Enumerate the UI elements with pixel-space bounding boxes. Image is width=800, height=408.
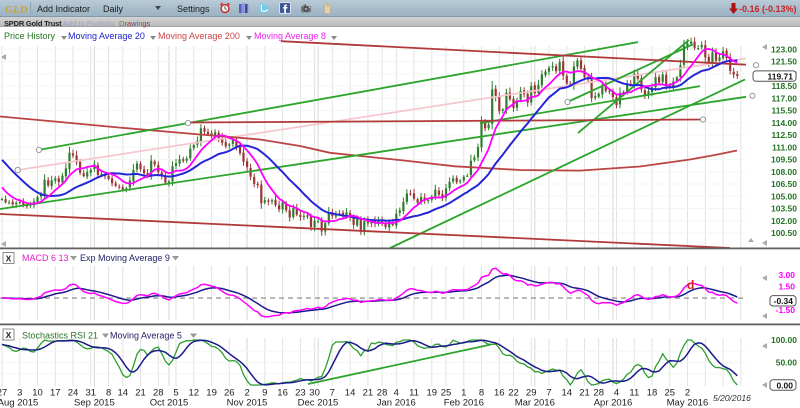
- svg-text:X: X: [6, 254, 12, 264]
- svg-text:Exp Moving Average 9: Exp Moving Average 9: [80, 253, 170, 263]
- svg-text:111.00: 111.00: [772, 142, 797, 152]
- svg-text:102.00: 102.00: [771, 216, 797, 226]
- svg-text:-0.34: -0.34: [774, 296, 794, 306]
- svg-text:17: 17: [50, 388, 61, 399]
- svg-text:Nov 2015: Nov 2015: [227, 398, 268, 408]
- svg-text:19: 19: [427, 388, 438, 399]
- svg-text:5/20/2016: 5/20/2016: [713, 393, 751, 403]
- svg-text:Feb 2016: Feb 2016: [444, 398, 484, 408]
- svg-text:Jan 2016: Jan 2016: [377, 398, 416, 408]
- svg-text:Mar 2016: Mar 2016: [515, 398, 555, 408]
- svg-text:114.00: 114.00: [771, 118, 797, 128]
- svg-text:115.50: 115.50: [771, 106, 797, 116]
- svg-text:d: d: [687, 278, 694, 292]
- svg-text:21: 21: [363, 388, 374, 399]
- svg-text:14: 14: [562, 388, 573, 399]
- svg-text:21: 21: [579, 388, 590, 399]
- svg-text:108.00: 108.00: [771, 167, 797, 177]
- svg-text:117.00: 117.00: [771, 93, 797, 103]
- svg-text:14: 14: [345, 388, 356, 399]
- svg-text:50.00: 50.00: [776, 358, 798, 368]
- svg-text:May 2016: May 2016: [667, 398, 709, 408]
- svg-text:14: 14: [118, 388, 129, 399]
- svg-text:103.50: 103.50: [771, 204, 797, 214]
- svg-text:3.00: 3.00: [778, 270, 795, 280]
- svg-text:Sep 2015: Sep 2015: [74, 398, 115, 408]
- svg-text:121.50: 121.50: [771, 57, 797, 67]
- svg-text:0.00: 0.00: [776, 380, 793, 390]
- svg-text:109.50: 109.50: [771, 155, 797, 165]
- svg-text:Dec 2015: Dec 2015: [298, 398, 339, 408]
- svg-text:16: 16: [277, 388, 288, 399]
- svg-text:1.50: 1.50: [778, 282, 795, 292]
- svg-text:Apr 2016: Apr 2016: [594, 398, 633, 408]
- svg-text:123.00: 123.00: [771, 44, 797, 54]
- svg-text:MACD 6 13: MACD 6 13: [22, 253, 69, 263]
- svg-text:Stochastics RSI 21: Stochastics RSI 21: [22, 331, 98, 341]
- svg-text:Moving Average 5: Moving Average 5: [110, 331, 182, 341]
- svg-text:100.50: 100.50: [771, 228, 797, 238]
- svg-text:Aug 2015: Aug 2015: [0, 398, 38, 408]
- svg-text:112.50: 112.50: [771, 130, 797, 140]
- svg-text:105.00: 105.00: [771, 191, 797, 201]
- svg-text:16: 16: [494, 388, 505, 399]
- svg-text:19: 19: [206, 388, 217, 399]
- svg-text:Oct 2015: Oct 2015: [150, 398, 189, 408]
- svg-text:12: 12: [189, 388, 200, 399]
- svg-text:18: 18: [647, 388, 658, 399]
- svg-text:118.50: 118.50: [771, 81, 797, 91]
- svg-text:X: X: [6, 330, 12, 340]
- svg-text:21: 21: [135, 388, 146, 399]
- svg-text:100.00: 100.00: [771, 335, 797, 345]
- svg-text:119.71: 119.71: [767, 72, 793, 82]
- svg-text:106.50: 106.50: [771, 179, 797, 189]
